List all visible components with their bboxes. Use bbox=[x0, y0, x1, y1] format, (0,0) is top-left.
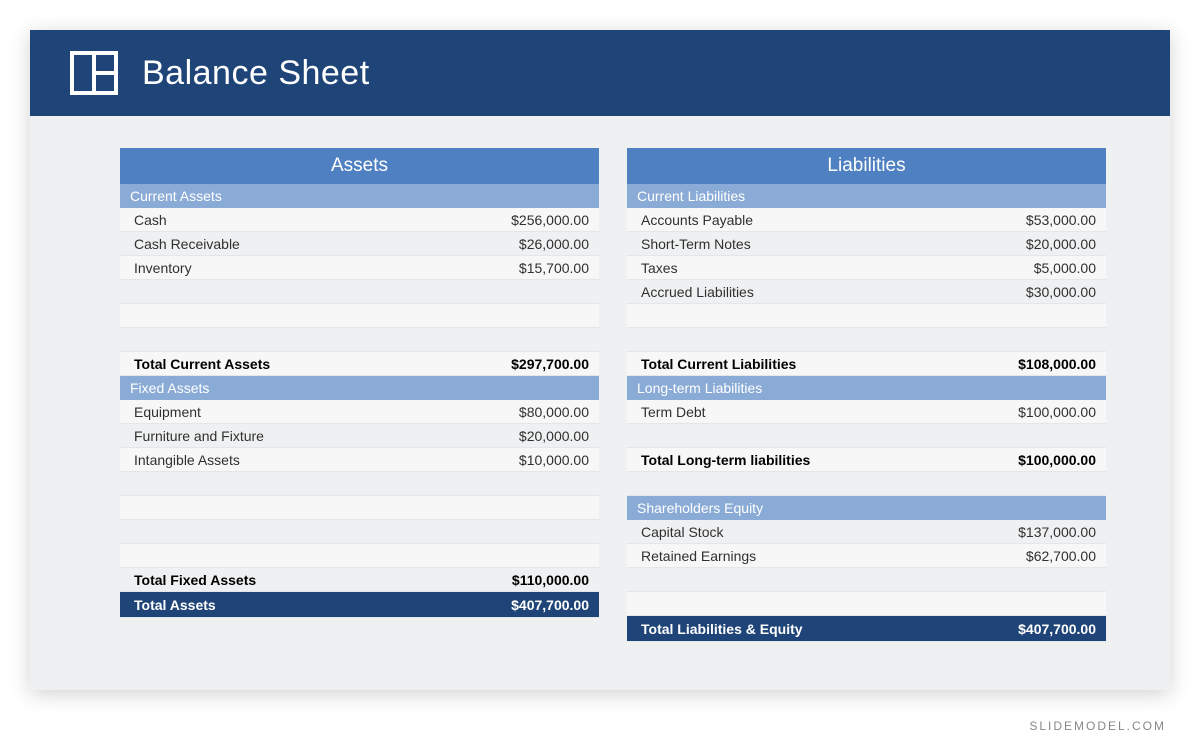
watermark: SLIDEMODEL.COM bbox=[1029, 719, 1166, 733]
row-label: Total Assets bbox=[134, 597, 216, 613]
empty-row bbox=[627, 304, 1106, 328]
row-label: Accounts Payable bbox=[641, 212, 753, 228]
assets-header: Assets bbox=[120, 148, 599, 184]
row-label: Furniture and Fixture bbox=[134, 428, 264, 444]
row-value: $80,000.00 bbox=[519, 404, 589, 420]
table-row: Retained Earnings $62,700.00 bbox=[627, 544, 1106, 568]
empty-row bbox=[627, 424, 1106, 448]
row-value: $108,000.00 bbox=[1018, 356, 1096, 372]
row-label: Capital Stock bbox=[641, 524, 723, 540]
row-value: $10,000.00 bbox=[519, 452, 589, 468]
empty-row bbox=[627, 472, 1106, 496]
total-liabilities-equity-row: Total Liabilities & Equity $407,700.00 bbox=[627, 616, 1106, 642]
row-label: Total Long-term liabilities bbox=[641, 452, 810, 468]
row-value: $297,700.00 bbox=[511, 356, 589, 372]
row-value: $5,000.00 bbox=[1034, 260, 1096, 276]
row-label: Cash Receivable bbox=[134, 236, 240, 252]
row-label: Term Debt bbox=[641, 404, 706, 420]
empty-row bbox=[120, 304, 599, 328]
row-value: $62,700.00 bbox=[1026, 548, 1096, 564]
table-row: Taxes $5,000.00 bbox=[627, 256, 1106, 280]
table-row: Capital Stock $137,000.00 bbox=[627, 520, 1106, 544]
row-label: Intangible Assets bbox=[134, 452, 240, 468]
row-label: Cash bbox=[134, 212, 167, 228]
row-value: $407,700.00 bbox=[511, 597, 589, 613]
table-row: Cash Receivable $26,000.00 bbox=[120, 232, 599, 256]
row-value: $407,700.00 bbox=[1018, 621, 1096, 637]
row-label: Short-Term Notes bbox=[641, 236, 751, 252]
total-assets-row: Total Assets $407,700.00 bbox=[120, 592, 599, 618]
total-long-term-liabilities-row: Total Long-term liabilities $100,000.00 bbox=[627, 448, 1106, 472]
row-value: $53,000.00 bbox=[1026, 212, 1096, 228]
assets-column: Assets Current Assets Cash $256,000.00 C… bbox=[120, 148, 599, 642]
long-term-liabilities-header: Long-term Liabilities bbox=[627, 376, 1106, 400]
shareholders-equity-header: Shareholders Equity bbox=[627, 496, 1106, 520]
row-label: Total Current Assets bbox=[134, 356, 270, 372]
row-label: Inventory bbox=[134, 260, 192, 276]
current-assets-header: Current Assets bbox=[120, 184, 599, 208]
table-row: Furniture and Fixture $20,000.00 bbox=[120, 424, 599, 448]
row-value: $15,700.00 bbox=[519, 260, 589, 276]
row-value: $100,000.00 bbox=[1018, 404, 1096, 420]
row-value: $20,000.00 bbox=[1026, 236, 1096, 252]
slide-container: Balance Sheet Assets Current Assets Cash… bbox=[30, 30, 1170, 690]
content-area: Assets Current Assets Cash $256,000.00 C… bbox=[30, 116, 1170, 642]
row-label: Accrued Liabilities bbox=[641, 284, 754, 300]
empty-row bbox=[627, 592, 1106, 616]
row-label: Total Liabilities & Equity bbox=[641, 621, 803, 637]
table-row: Short-Term Notes $20,000.00 bbox=[627, 232, 1106, 256]
row-value: $137,000.00 bbox=[1018, 524, 1096, 540]
total-current-liabilities-row: Total Current Liabilities $108,000.00 bbox=[627, 352, 1106, 376]
row-value: $30,000.00 bbox=[1026, 284, 1096, 300]
current-liabilities-header: Current Liabilities bbox=[627, 184, 1106, 208]
empty-row bbox=[120, 544, 599, 568]
header-bar: Balance Sheet bbox=[30, 30, 1170, 116]
row-label: Total Current Liabilities bbox=[641, 356, 796, 372]
table-row: Intangible Assets $10,000.00 bbox=[120, 448, 599, 472]
row-label: Total Fixed Assets bbox=[134, 572, 256, 588]
empty-row bbox=[120, 472, 599, 496]
row-label: Retained Earnings bbox=[641, 548, 756, 564]
empty-row bbox=[120, 496, 599, 520]
empty-row bbox=[120, 520, 599, 544]
row-label: Taxes bbox=[641, 260, 678, 276]
empty-row bbox=[627, 568, 1106, 592]
page-title: Balance Sheet bbox=[142, 54, 370, 93]
table-row: Accrued Liabilities $30,000.00 bbox=[627, 280, 1106, 304]
liabilities-header: Liabilities bbox=[627, 148, 1106, 184]
empty-row bbox=[120, 280, 599, 304]
row-value: $20,000.00 bbox=[519, 428, 589, 444]
table-row: Term Debt $100,000.00 bbox=[627, 400, 1106, 424]
table-row: Accounts Payable $53,000.00 bbox=[627, 208, 1106, 232]
table-row: Inventory $15,700.00 bbox=[120, 256, 599, 280]
row-value: $110,000.00 bbox=[512, 572, 589, 588]
row-label: Equipment bbox=[134, 404, 201, 420]
row-value: $100,000.00 bbox=[1018, 452, 1096, 468]
empty-row bbox=[120, 328, 599, 352]
row-value: $256,000.00 bbox=[511, 212, 589, 228]
total-fixed-assets-row: Total Fixed Assets $110,000.00 bbox=[120, 568, 599, 592]
table-row: Equipment $80,000.00 bbox=[120, 400, 599, 424]
window-icon bbox=[70, 49, 118, 97]
fixed-assets-header: Fixed Assets bbox=[120, 376, 599, 400]
table-row: Cash $256,000.00 bbox=[120, 208, 599, 232]
total-current-assets-row: Total Current Assets $297,700.00 bbox=[120, 352, 599, 376]
liabilities-column: Liabilities Current Liabilities Accounts… bbox=[627, 148, 1106, 642]
empty-row bbox=[627, 328, 1106, 352]
row-value: $26,000.00 bbox=[519, 236, 589, 252]
